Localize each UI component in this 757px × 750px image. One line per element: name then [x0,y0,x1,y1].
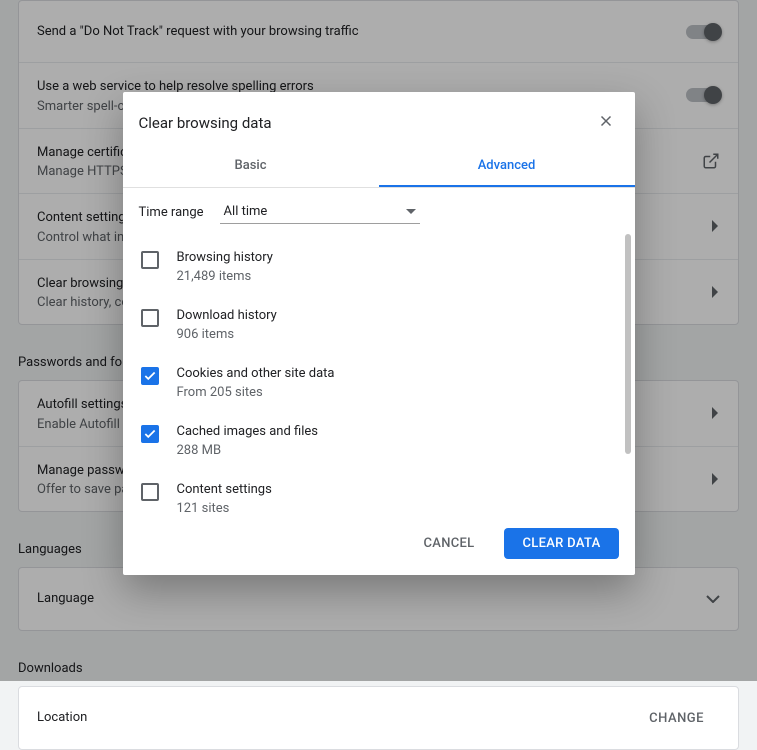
tab-advanced[interactable]: Advanced [379,146,635,187]
time-range-label: Time range [139,205,204,220]
item-label: Content settings [177,482,272,497]
time-range-select[interactable]: All time [220,200,420,224]
cancel-button[interactable]: CANCEL [406,528,493,559]
close-icon[interactable] [593,108,619,138]
clear-data-button[interactable]: CLEAR DATA [504,528,618,559]
scrollbar-thumb[interactable] [625,234,631,454]
clear-browsing-data-dialog: Clear browsing data Basic Advanced Time … [123,92,635,575]
item-sublabel: From 205 sites [177,385,335,400]
settings-row[interactable]: LocationCHANGE [19,687,738,749]
clear-data-item: Browsing history 21,489 items [141,238,607,296]
downloads-card: LocationCHANGE [18,686,739,750]
clear-data-item: Content settings 121 sites [141,470,607,512]
item-sublabel: 288 MB [177,443,318,458]
item-label: Cached images and files [177,424,318,439]
tab-basic[interactable]: Basic [123,146,379,187]
clear-data-item: Cached images and files 288 MB [141,412,607,470]
clear-data-item: Cookies and other site data From 205 site… [141,354,607,412]
item-sublabel: 21,489 items [177,269,273,284]
change-button[interactable]: CHANGE [633,711,720,726]
time-range-value: All time [224,204,268,219]
item-sublabel: 121 sites [177,501,272,512]
dropdown-icon [406,209,416,215]
item-label: Browsing history [177,250,273,265]
item-label: Download history [177,308,277,323]
checkbox[interactable] [141,483,159,501]
dialog-tabs: Basic Advanced [123,146,635,188]
clear-data-item: Download history 906 items [141,296,607,354]
item-sublabel: 906 items [177,327,277,342]
checkbox[interactable] [141,425,159,443]
checkbox[interactable] [141,367,159,385]
checkbox[interactable] [141,251,159,269]
item-label: Cookies and other site data [177,366,335,381]
dialog-title: Clear browsing data [139,114,272,132]
checkbox[interactable] [141,309,159,327]
row-title: Location [37,708,633,728]
